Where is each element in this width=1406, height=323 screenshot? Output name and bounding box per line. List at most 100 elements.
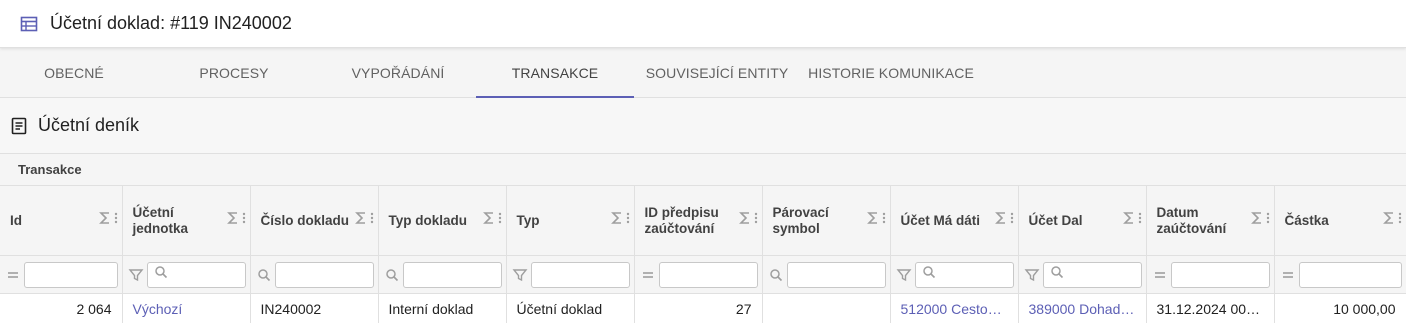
equals-icon[interactable] xyxy=(4,266,22,284)
filter-input[interactable] xyxy=(914,261,1014,288)
filter-input[interactable] xyxy=(24,261,118,288)
column-header-label: Datum zaúčtování xyxy=(1156,204,1227,236)
tab-procesy[interactable]: PROCESY xyxy=(148,48,320,97)
equals-icon[interactable] xyxy=(1279,266,1297,284)
column-header-label: Typ dokladu xyxy=(388,212,468,228)
column-header-ucetni-jednotka[interactable]: Účetní jednotka xyxy=(122,186,251,256)
column-header-parovaci-symbol[interactable]: Párovací symbol xyxy=(762,186,891,256)
filter-funnel-icon[interactable] xyxy=(511,266,529,284)
cell-cislo-dokladu: IN240002 xyxy=(250,293,379,323)
filter-input[interactable] xyxy=(1042,261,1142,288)
column-menu-icon[interactable] xyxy=(882,211,886,230)
cell-datum-zauctovani: 31.12.2024 00:00 xyxy=(1146,293,1275,323)
filter-input[interactable] xyxy=(658,261,758,288)
column-menu-icon[interactable] xyxy=(370,211,374,230)
table-row[interactable]: 2 064 Výchozí IN240002 Interní doklad Účetní… xyxy=(0,293,1406,323)
filter-input[interactable] xyxy=(1298,261,1402,288)
sum-icon[interactable] xyxy=(866,211,880,230)
search-icon xyxy=(154,265,168,284)
cell-ucet-dal[interactable]: 389000 Dohadné položky xyxy=(1018,293,1147,323)
column-header-ucet-dal[interactable]: Účet Dal xyxy=(1018,186,1147,256)
tab-obecne[interactable]: OBECNÉ xyxy=(0,48,148,97)
search-icon xyxy=(1050,265,1064,284)
filter-cell-cislo-dokladu xyxy=(250,255,379,294)
sum-icon[interactable] xyxy=(226,211,240,230)
page-header: Účetní doklad: #119 IN240002 xyxy=(0,0,1406,48)
cell-id-predpisu-zauctovani: 27 xyxy=(634,293,763,323)
column-menu-icon[interactable] xyxy=(1138,211,1142,230)
search-icon xyxy=(767,266,785,284)
column-menu-icon[interactable] xyxy=(754,211,758,230)
tab-bar: OBECNÉ PROCESY VYPOŘÁDÁNÍ TRANSAKCE SOUV… xyxy=(0,48,1406,98)
sum-icon[interactable] xyxy=(354,211,368,230)
column-menu-icon[interactable] xyxy=(626,211,630,230)
filter-cell-id-predpisu-zauctovani xyxy=(634,255,763,294)
filter-input[interactable] xyxy=(402,261,502,288)
filter-funnel-icon[interactable] xyxy=(1023,266,1041,284)
cell-parovaci-symbol xyxy=(762,293,891,323)
tab-historie-komunikace[interactable]: HISTORIE KOMUNIKACE xyxy=(800,48,982,97)
column-menu-icon[interactable] xyxy=(1398,211,1402,230)
column-header-ucet-ma-dati[interactable]: Účet Má dáti xyxy=(890,186,1019,256)
column-header-label: Účet Má dáti xyxy=(900,212,981,228)
filter-cell-parovaci-symbol xyxy=(762,255,891,294)
filter-input[interactable] xyxy=(1170,261,1270,288)
sum-icon[interactable] xyxy=(1250,211,1264,230)
section-header: Účetní deník xyxy=(0,98,1406,154)
column-header-label: Účet Dal xyxy=(1028,212,1083,228)
filter-cell-id xyxy=(0,255,123,294)
sum-icon[interactable] xyxy=(98,211,112,230)
filter-input[interactable] xyxy=(786,261,886,288)
column-header-castka[interactable]: Částka xyxy=(1274,186,1406,256)
cell-id: 2 064 xyxy=(0,293,123,323)
column-header-id[interactable]: Id xyxy=(0,186,123,256)
search-icon xyxy=(922,265,936,284)
filter-cell-ucet-ma-dati xyxy=(890,255,1019,294)
column-menu-icon[interactable] xyxy=(498,211,502,230)
column-menu-icon[interactable] xyxy=(1010,211,1014,230)
section-title: Účetní deník xyxy=(38,115,140,135)
equals-icon[interactable] xyxy=(639,266,657,284)
column-header-datum-zauctovani[interactable]: Datum zaúčtování xyxy=(1146,186,1275,256)
search-icon xyxy=(255,266,273,284)
tab-vyporadani[interactable]: VYPOŘÁDÁNÍ xyxy=(320,48,476,97)
grid-group-label: Transakce xyxy=(0,154,1406,186)
filter-input[interactable] xyxy=(146,261,246,288)
column-menu-icon[interactable] xyxy=(114,211,118,230)
column-menu-icon[interactable] xyxy=(242,211,246,230)
filter-input[interactable] xyxy=(274,261,374,288)
filter-funnel-icon[interactable] xyxy=(127,266,145,284)
column-header-id-predpisu-zauctovani[interactable]: ID předpisu zaúčtování xyxy=(634,186,763,256)
column-header-label: Číslo dokladu xyxy=(260,212,350,228)
sum-icon[interactable] xyxy=(738,211,752,230)
search-icon xyxy=(383,266,401,284)
sum-icon[interactable] xyxy=(1382,211,1396,230)
tab-transakce[interactable]: TRANSAKCE xyxy=(476,48,634,98)
column-header-typ-dokladu[interactable]: Typ dokladu xyxy=(378,186,507,256)
filter-cell-typ-dokladu xyxy=(378,255,507,294)
column-header-label: Účetní jednotka xyxy=(132,204,189,236)
equals-icon[interactable] xyxy=(1151,266,1169,284)
filter-funnel-icon[interactable] xyxy=(895,266,913,284)
cell-castka: 10 000,00 xyxy=(1274,293,1406,323)
column-menu-icon[interactable] xyxy=(1266,211,1270,230)
filter-input[interactable] xyxy=(530,261,630,288)
transactions-grid: Id Účetní jednotka Číslo dokladu Typ doklad… xyxy=(0,186,1406,323)
sum-icon[interactable] xyxy=(482,211,496,230)
journal-icon xyxy=(10,117,28,135)
cell-typ-dokladu: Interní doklad xyxy=(378,293,507,323)
cell-typ: Účetní doklad xyxy=(506,293,635,323)
column-header-label: Párovací symbol xyxy=(772,204,829,236)
filter-cell-ucetni-jednotka xyxy=(122,255,251,294)
tab-souvisejici-entity[interactable]: SOUVISEJÍCÍ ENTITY xyxy=(634,48,800,97)
sum-icon[interactable] xyxy=(610,211,624,230)
cell-ucetni-jednotka[interactable]: Výchozí xyxy=(122,293,251,323)
column-header-typ[interactable]: Typ xyxy=(506,186,635,256)
sum-icon[interactable] xyxy=(994,211,1008,230)
column-header-label: ID předpisu zaúčtování xyxy=(644,204,719,236)
column-header-cislo-dokladu[interactable]: Číslo dokladu xyxy=(250,186,379,256)
filter-cell-ucet-dal xyxy=(1018,255,1147,294)
sum-icon[interactable] xyxy=(1122,211,1136,230)
cell-ucet-ma-dati[interactable]: 512000 Cestovné xyxy=(890,293,1019,323)
column-header-label: Typ xyxy=(516,212,540,228)
